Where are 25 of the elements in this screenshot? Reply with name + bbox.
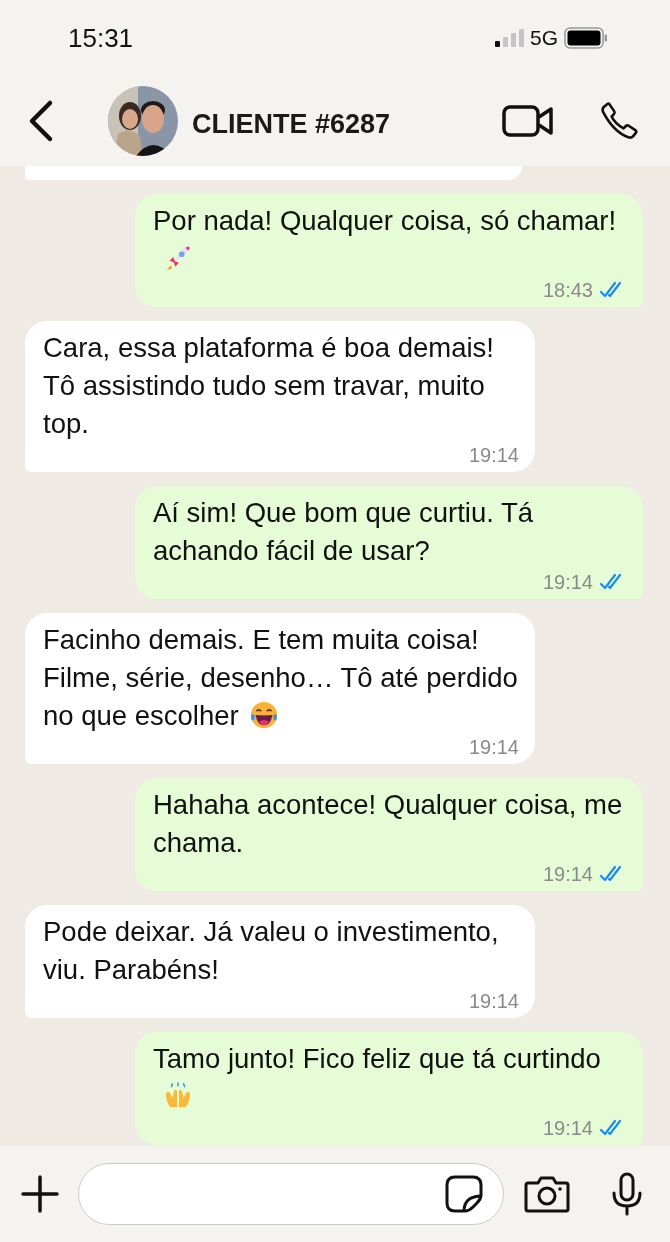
message-text: Aí sim! Que bom que curtiu. Tá achando fácil de usar?	[153, 497, 534, 566]
message-text: Facinho demais. E tem muita coisa! Filme, série, desenho… Tô até perdido no que escolher	[43, 624, 518, 731]
message-text: Por nada! Qualquer coisa, só chamar!	[153, 205, 617, 236]
message-time: 19:14	[542, 570, 593, 594]
phone-icon[interactable]	[598, 100, 640, 142]
microphone-icon[interactable]	[610, 1172, 644, 1216]
message-text: Cara, essa plataforma é boa demais! Tô assistindo tudo sem travar, muito top.	[43, 332, 494, 439]
camera-icon[interactable]	[524, 1175, 570, 1213]
network-label: 5G	[530, 26, 558, 50]
video-call-icon[interactable]	[502, 104, 554, 138]
status-time: 15:31	[68, 22, 134, 54]
message-time: 19:14	[468, 443, 519, 467]
message-text: Pode deixar. Já valeu o investimento, viu. Parabéns!	[43, 916, 499, 985]
battery-icon	[564, 27, 608, 49]
message-time: 19:14	[542, 1116, 593, 1140]
message-text: Hahaha acontece! Qualquer coisa, me chama.	[153, 789, 623, 858]
plus-icon[interactable]	[20, 1174, 60, 1214]
message-time: 19:14	[468, 735, 519, 759]
message-time: 19:14	[542, 862, 593, 886]
message-time: 19:14	[468, 989, 519, 1013]
signal-icon	[494, 28, 524, 48]
message-time: 18:43	[542, 278, 593, 302]
message-text: Tamo junto! Fico feliz que tá curtindo	[153, 1043, 601, 1074]
sticker-icon[interactable]	[445, 1175, 483, 1213]
contact-name[interactable]: CLIENTE #6287	[192, 108, 502, 140]
